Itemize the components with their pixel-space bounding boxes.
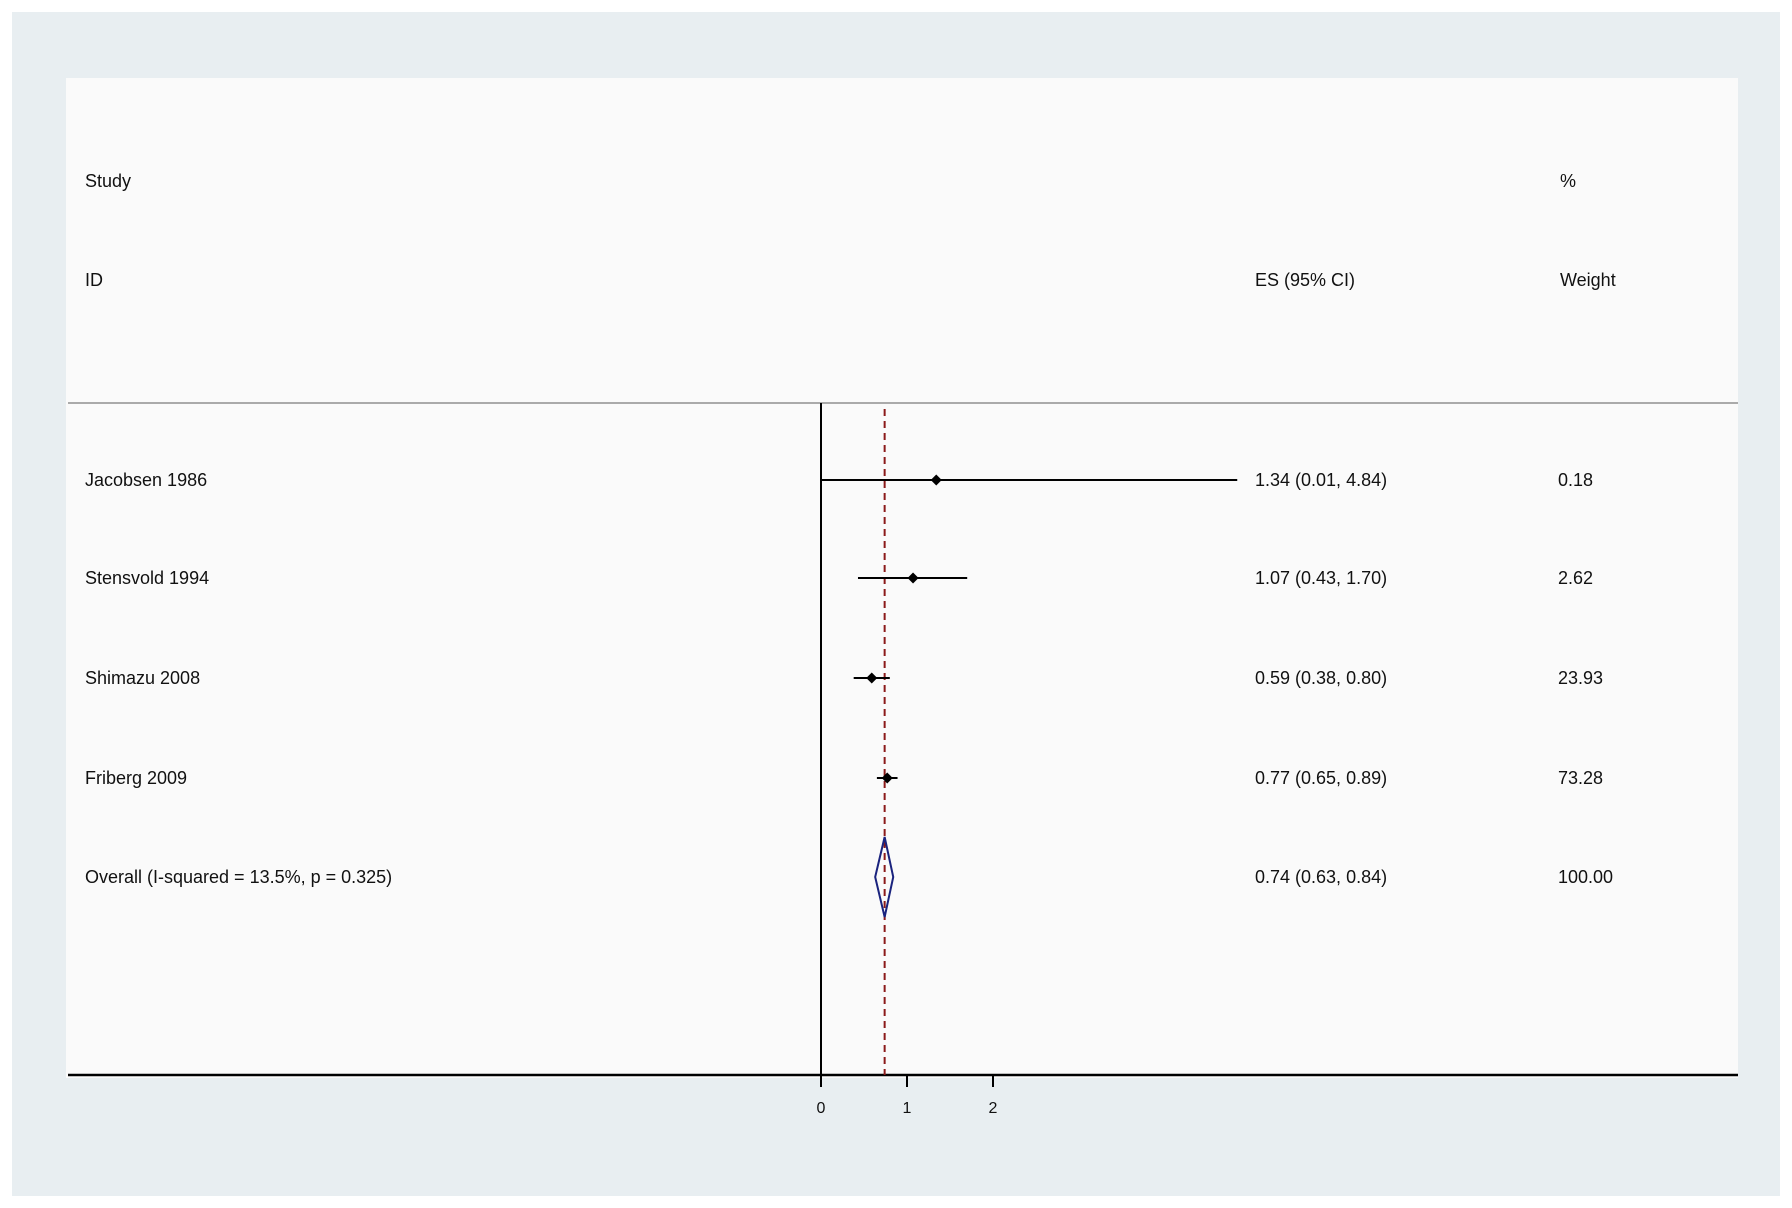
- overall-es-ci: 0.74 (0.63, 0.84): [1255, 867, 1388, 887]
- study-label-1: Stensvold 1994: [85, 568, 210, 588]
- point-estimate-2: [866, 672, 878, 684]
- forest-plot: [68, 402, 1738, 1087]
- point-estimate-1: [907, 572, 919, 584]
- study-weight-1: 2.62: [1558, 568, 1594, 588]
- study-header: Study: [85, 171, 132, 191]
- point-estimate-3: [881, 772, 893, 784]
- study-es-ci-1: 1.07 (0.43, 1.70): [1255, 568, 1388, 588]
- study-es-ci-2: 0.59 (0.38, 0.80): [1255, 668, 1388, 688]
- point-estimate-0: [930, 474, 942, 486]
- overall-label: Overall (I-squared = 13.5%, p = 0.325): [85, 867, 393, 887]
- id-header: ID: [85, 270, 103, 290]
- study-label-3: Friberg 2009: [85, 768, 188, 788]
- weight-header-percent: %: [1560, 171, 1577, 191]
- study-weight-2: 23.93: [1558, 668, 1604, 688]
- study-es-ci-3: 0.77 (0.65, 0.89): [1255, 768, 1388, 788]
- study-weight-0: 0.18: [1558, 470, 1594, 490]
- study-weight-3: 73.28: [1558, 768, 1604, 788]
- x-tick-label-0: 0: [816, 1100, 826, 1117]
- overall-weight: 100.00: [1558, 867, 1614, 887]
- weight-header: Weight: [1560, 270, 1616, 290]
- study-label-2: Shimazu 2008: [85, 668, 201, 688]
- study-label-0: Jacobsen 1986: [85, 470, 208, 490]
- es-header: ES (95% CI): [1255, 270, 1356, 290]
- x-tick-label-1: 1: [902, 1100, 912, 1117]
- study-es-ci-0: 1.34 (0.01, 4.84): [1255, 470, 1388, 490]
- x-tick-label-2: 2: [988, 1100, 998, 1117]
